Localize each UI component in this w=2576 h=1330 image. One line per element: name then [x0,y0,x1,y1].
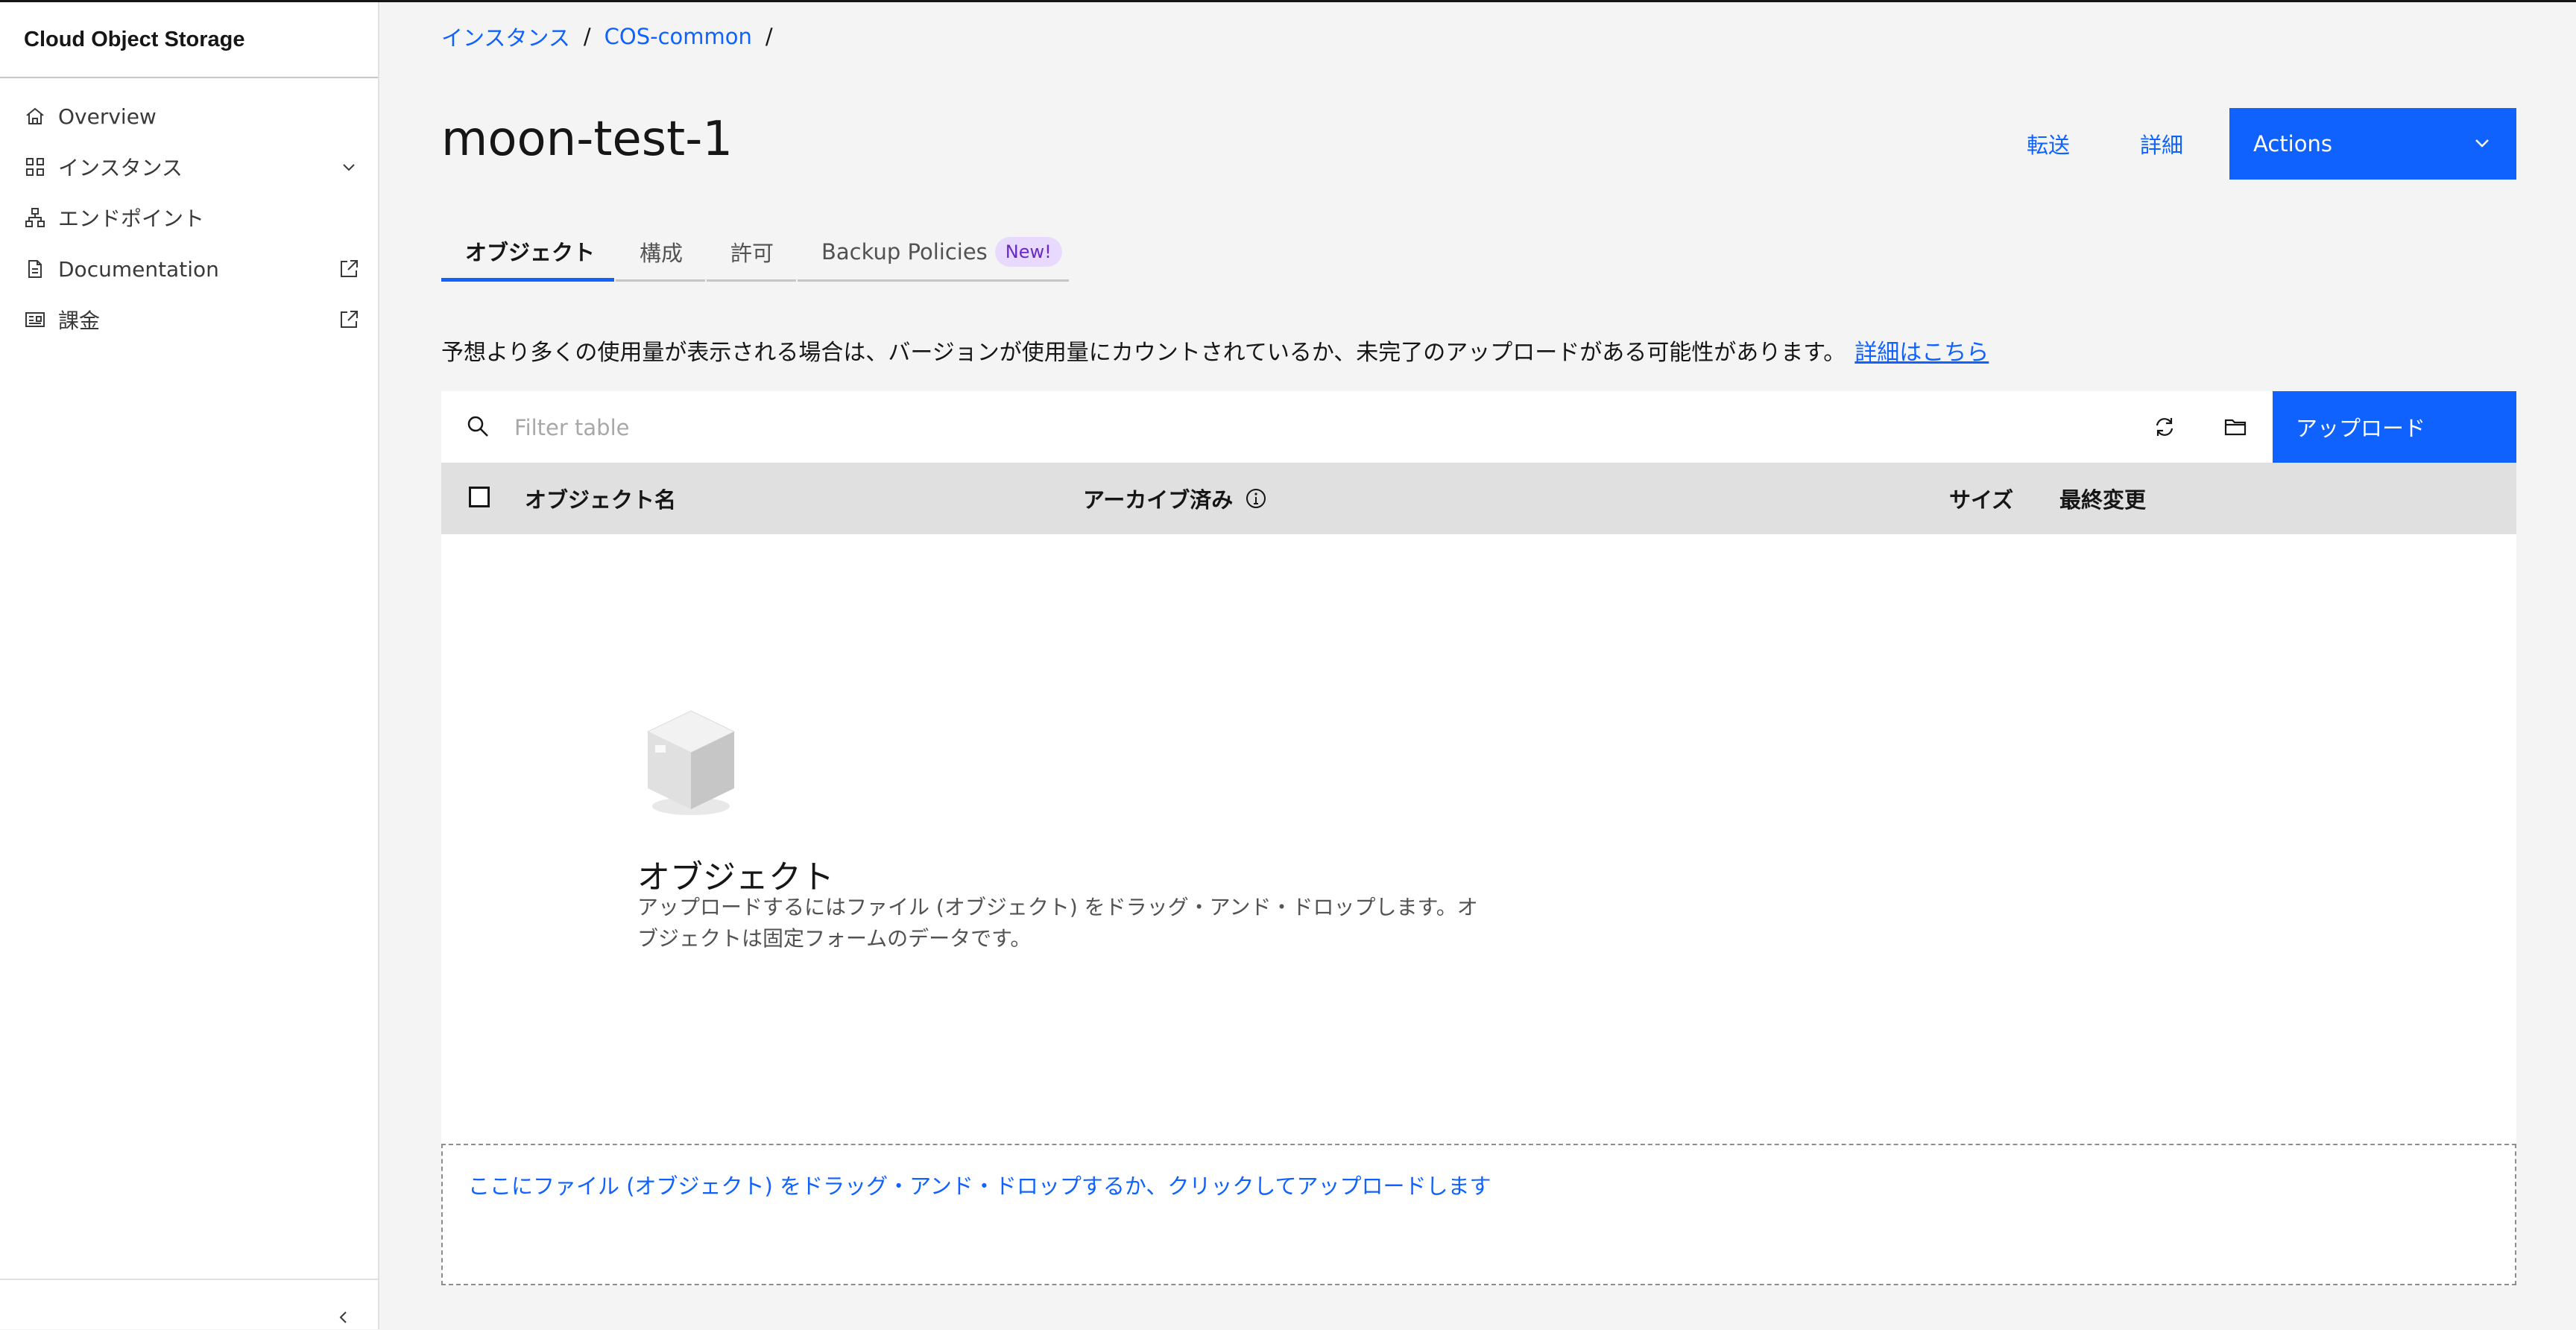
actions-dropdown-button[interactable]: Actions [2229,108,2516,180]
sidebar-item-endpoints[interactable]: エンドポイント [0,193,378,242]
column-label: 最終変更 [2059,487,2147,513]
tab-label: 構成 [640,240,684,266]
sidebar-divider [0,77,378,78]
search-icon [465,414,490,442]
column-header-size[interactable]: サイズ [1949,463,2013,534]
home-icon [22,104,48,129]
chevron-left-icon [339,1311,347,1323]
sidebar-item-overview[interactable]: Overview [0,92,378,141]
folder-icon[interactable] [2221,413,2250,441]
top-border [0,0,2576,2]
sidebar: Cloud Object Storage Overview インスタンス エンド… [0,2,379,1329]
sidebar-item-label: エンドポイント [58,206,205,231]
file-dropzone[interactable]: ここにファイル (オブジェクト) をドラッグ・アンド・ドロップするか、クリックし… [441,1144,2516,1285]
transfer-link[interactable]: 転送 [2027,128,2070,159]
launch-icon [336,256,362,282]
usage-notice: 予想より多くの使用量が表示される場合は、バージョンが使用量にカウントされているか… [441,334,1989,367]
new-badge: New! [994,236,1062,267]
tab-label: オブジェクト [465,239,596,265]
upload-label: アップロード [2296,416,2426,441]
page-title: moon-test-1 [441,112,733,167]
notice-text: 予想より多くの使用量が表示される場合は、バージョンが使用量にカウントされているか… [441,340,1846,366]
empty-state-title: オブジェクト [637,858,834,896]
table-header: オブジェクト名 アーカイブ済み サイズ 最終変更 [441,463,2516,534]
chevron-down-icon [2470,131,2494,160]
tab-objects[interactable]: オブジェクト [441,224,614,282]
grid-icon [22,154,48,180]
breadcrumb: インスタンス / COS-common / [441,21,786,52]
network-icon [22,205,48,230]
box-icon [639,702,743,824]
sidebar-item-instances[interactable]: インスタンス [0,142,378,191]
sidebar-footer-divider [0,1279,378,1280]
sidebar-item-label: Overview [58,104,157,129]
dropzone-text: ここにファイル (オブジェクト) をドラッグ・アンド・ドロップするか、クリックし… [468,1174,1491,1199]
tab-label: 許可 [730,240,774,266]
column-header-archived[interactable]: アーカイブ済み [1083,463,1267,534]
sidebar-item-label: インスタンス [58,156,183,180]
column-label: オブジェクト名 [525,487,677,513]
breadcrumb-instances[interactable]: インスタンス [441,21,570,52]
sidebar-title: Cloud Object Storage [24,28,245,51]
breadcrumb-separator: / [765,24,773,49]
tab-backup-policies[interactable]: Backup Policies New! [798,224,1069,282]
actions-label: Actions [2253,131,2332,156]
filter-table-input[interactable] [513,406,1783,449]
launch-icon [336,307,362,332]
table-toolbar: アップロード [441,391,2516,463]
sidebar-item-label: Documentation [58,256,219,282]
billing-icon [22,307,48,332]
sidebar-item-documentation[interactable]: Documentation [0,244,378,294]
learn-more-link[interactable]: 詳細はこちら [1854,340,1989,366]
column-header-last-modified[interactable]: 最終変更 [2059,463,2146,534]
column-label: アーカイブ済み [1083,487,1234,513]
tab-label: Backup Policies [821,238,988,265]
select-all-checkbox[interactable] [469,487,490,507]
tab-configuration[interactable]: 構成 [616,224,705,282]
column-header-object-name[interactable]: オブジェクト名 [525,463,676,534]
refresh-icon[interactable] [2150,413,2179,441]
details-link[interactable]: 詳細 [2140,128,2183,159]
breadcrumb-cos-common[interactable]: COS-common [604,24,752,49]
sidebar-item-label: 課金 [58,308,101,333]
upload-button[interactable]: アップロード [2273,391,2516,463]
column-label: サイズ [1949,487,2014,513]
info-icon[interactable] [1245,487,1267,510]
table-body: オブジェクト アップロードするにはファイル (オブジェクト) をドラッグ・アンド… [441,534,2516,1144]
tab-list: オブジェクト 構成 許可 Backup Policies New! [441,224,1070,282]
empty-state-description: アップロードするにはファイル (オブジェクト) をドラッグ・アンド・ドロップしま… [637,895,1478,951]
sidebar-item-billing[interactable]: 課金 [0,295,378,344]
collapse-sidebar-button[interactable] [331,1305,356,1330]
tab-permissions[interactable]: 許可 [707,224,796,282]
document-icon [22,256,48,282]
chevron-down-icon[interactable] [336,154,362,180]
breadcrumb-separator: / [583,24,591,49]
